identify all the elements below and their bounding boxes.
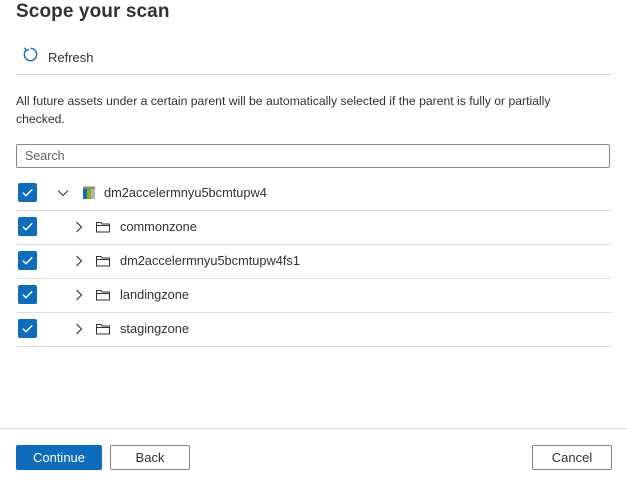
storage-account-icon bbox=[81, 185, 97, 201]
tree-row: stagingzone bbox=[16, 313, 612, 347]
item-checkbox[interactable] bbox=[18, 217, 37, 236]
tree-row: dm2accelermnyu5bcmtupw4fs1 bbox=[16, 245, 612, 279]
folder-icon bbox=[95, 253, 111, 269]
tree-row: commonzone bbox=[16, 211, 612, 245]
continue-button[interactable]: Continue bbox=[16, 445, 102, 470]
toolbar: Refresh bbox=[16, 46, 612, 75]
folder-icon bbox=[95, 321, 111, 337]
refresh-button[interactable]: Refresh bbox=[22, 46, 94, 68]
chevron-right-icon[interactable] bbox=[72, 220, 86, 234]
folder-icon bbox=[95, 219, 111, 235]
tree-item-label: stagingzone bbox=[120, 321, 190, 336]
cancel-button[interactable]: Cancel bbox=[532, 445, 612, 470]
asset-tree: dm2accelermnyu5bcmtupw4 commonzone dm2ac… bbox=[16, 177, 612, 347]
chevron-right-icon[interactable] bbox=[72, 254, 86, 268]
tree-item-label: landingzone bbox=[120, 287, 190, 302]
item-checkbox[interactable] bbox=[18, 251, 37, 270]
tree-item-label: dm2accelermnyu5bcmtupw4fs1 bbox=[120, 253, 300, 268]
tree-row-root: dm2accelermnyu5bcmtupw4 bbox=[16, 177, 612, 211]
root-checkbox[interactable] bbox=[18, 183, 37, 202]
item-checkbox[interactable] bbox=[18, 319, 37, 338]
chevron-right-icon[interactable] bbox=[72, 288, 86, 302]
refresh-icon bbox=[22, 46, 39, 68]
tree-item-label: dm2accelermnyu5bcmtupw4 bbox=[104, 185, 267, 200]
chevron-right-icon[interactable] bbox=[72, 322, 86, 336]
folder-icon bbox=[95, 287, 111, 303]
tree-row: landingzone bbox=[16, 279, 612, 313]
footer: Continue Back Cancel bbox=[0, 428, 627, 484]
chevron-down-icon[interactable] bbox=[56, 186, 70, 200]
item-checkbox[interactable] bbox=[18, 285, 37, 304]
back-button[interactable]: Back bbox=[110, 445, 190, 470]
refresh-label: Refresh bbox=[48, 49, 94, 65]
info-text: All future assets under a certain parent… bbox=[16, 94, 551, 126]
search-input[interactable] bbox=[16, 144, 610, 168]
page-title: Scope your scan bbox=[16, 1, 170, 22]
tree-item-label: commonzone bbox=[120, 219, 197, 234]
